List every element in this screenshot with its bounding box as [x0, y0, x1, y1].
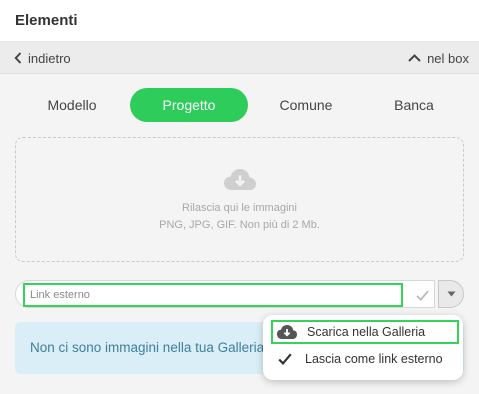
navigation-bar: indietro nel box	[0, 42, 479, 74]
tab-progetto[interactable]: Progetto	[130, 88, 248, 122]
menu-item-label: Lascia come link esterno	[305, 352, 443, 366]
check-icon	[273, 353, 297, 365]
in-box-label: nel box	[427, 50, 469, 66]
external-link-row	[15, 280, 464, 308]
check-icon	[415, 290, 429, 301]
external-link-input[interactable]	[23, 283, 403, 307]
cloud-download-icon	[275, 324, 299, 340]
source-tabs: Modello Progetto Comune Banca	[0, 88, 479, 122]
link-options-toggle[interactable]	[438, 280, 464, 308]
cloud-download-icon	[224, 169, 256, 190]
caret-down-icon	[447, 291, 455, 297]
menu-item-label: Scarica nella Galleria	[307, 325, 426, 339]
tab-banca[interactable]: Banca	[366, 88, 462, 122]
panel-title: Elementi	[15, 12, 78, 29]
dropzone-instructions: Rilascia qui le immagini	[182, 202, 297, 214]
empty-gallery-message: Non ci sono immagini nella tua Galleria	[30, 340, 265, 355]
back-label: indietro	[28, 50, 71, 66]
image-dropzone[interactable]: Rilascia qui le immagini PNG, JPG, GIF. …	[15, 137, 464, 262]
external-link-container	[15, 280, 435, 308]
menu-item-keep-external-link[interactable]: Lascia come link esterno	[271, 347, 459, 371]
dropzone-file-limits: PNG, JPG, GIF. Non più di 2 Mb.	[159, 219, 320, 231]
panel-header: Elementi	[0, 0, 479, 42]
link-options-menu: Scarica nella Galleria Lascia come link …	[263, 315, 463, 380]
chevron-up-icon	[408, 54, 421, 62]
in-box-button[interactable]: nel box	[408, 42, 469, 74]
tab-comune[interactable]: Comune	[258, 88, 354, 122]
tab-modello[interactable]: Modello	[26, 88, 118, 122]
chevron-left-icon	[14, 52, 22, 64]
back-button[interactable]: indietro	[14, 42, 71, 74]
confirm-link-button[interactable]	[410, 282, 434, 308]
menu-item-download-to-gallery[interactable]: Scarica nella Galleria	[271, 320, 459, 344]
